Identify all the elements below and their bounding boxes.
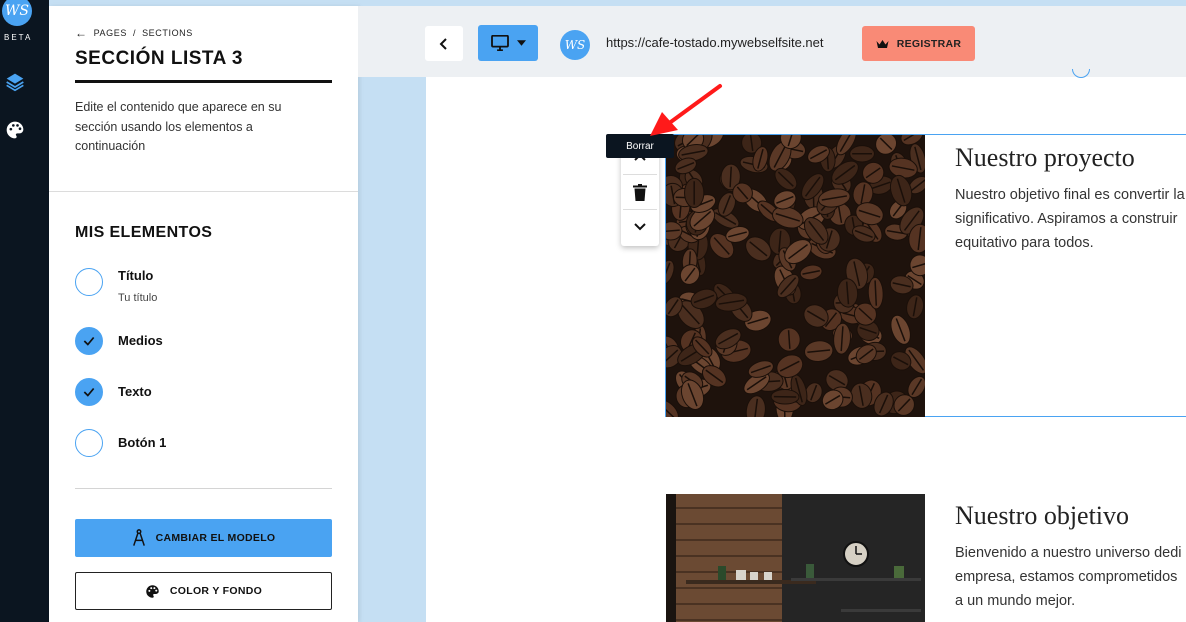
back-button[interactable] (425, 26, 463, 61)
caret-down-icon (516, 40, 526, 46)
chevron-down-icon (634, 223, 646, 231)
element-label: Título (118, 268, 154, 283)
left-rail: WS BETA (0, 0, 49, 622)
section-text-line[interactable]: significativo. Aspiramos a construir (955, 207, 1177, 231)
section-heading[interactable]: Nuestro objetivo (955, 501, 1129, 531)
breadcrumb-pages[interactable]: PAGES (94, 28, 127, 38)
device-selector-button[interactable] (478, 25, 538, 61)
elements-heading: MIS ELEMENTOS (75, 224, 213, 241)
change-model-label: CAMBIAR EL MODELO (155, 532, 276, 544)
editor-topbar: WS https://cafe-tostado.mywebselfsite.ne… (358, 6, 1186, 77)
section-text-line[interactable]: empresa, estamos comprometidos (955, 565, 1177, 589)
element-checkbox[interactable] (75, 378, 103, 406)
crown-icon (876, 39, 889, 48)
site-logo: WS (560, 30, 590, 60)
section-text-line[interactable]: a un mundo mejor. (955, 589, 1075, 613)
desktop-icon (490, 35, 509, 51)
red-arrow-annotation (650, 84, 722, 136)
element-checkbox[interactable] (75, 327, 103, 355)
element-label: Botón 1 (118, 435, 167, 450)
divider (49, 191, 358, 192)
section-settings-panel: ← PAGES / SECTIONS SECCIÓN LISTA 3 Edite… (49, 6, 358, 622)
check-icon (83, 387, 95, 397)
element-titulo[interactable]: Título Tu título (75, 268, 157, 304)
section-indicator (1072, 69, 1090, 78)
back-arrow-icon[interactable]: ← (75, 26, 88, 40)
app-logo[interactable]: WS (2, 0, 32, 26)
element-medios[interactable]: Medios (75, 327, 163, 355)
section-text-line[interactable]: Bienvenido a nuestro universo dedi (955, 541, 1182, 565)
section-text-line[interactable]: Nuestro objetivo final es convertir la (955, 183, 1185, 207)
element-sublabel: Tu título (118, 292, 158, 304)
register-label: REGISTRAR (896, 37, 962, 50)
panel-title: SECCIÓN LISTA 3 (75, 48, 243, 69)
element-checkbox[interactable] (75, 268, 103, 296)
breadcrumb: ← PAGES / SECTIONS (75, 26, 193, 40)
panel-description: Edite el contenido que aparece en su sec… (75, 100, 282, 153)
divider (75, 488, 332, 489)
breadcrumb-sections[interactable]: SECTIONS (142, 28, 193, 38)
element-texto[interactable]: Texto (75, 378, 152, 406)
element-label: Medios (118, 333, 163, 348)
chevron-left-icon (439, 37, 447, 50)
element-boton-1[interactable]: Botón 1 (75, 429, 166, 457)
section-heading[interactable]: Nuestro proyecto (955, 143, 1135, 173)
register-button[interactable]: REGISTRAR (862, 26, 975, 61)
breadcrumb-separator: / (132, 28, 137, 38)
palette-icon[interactable] (5, 120, 25, 140)
element-label: Texto (118, 384, 152, 399)
trash-icon (633, 183, 647, 201)
color-background-label: COLOR Y FONDO (169, 585, 263, 597)
color-background-button[interactable]: COLOR Y FONDO (75, 572, 332, 610)
palette-icon (146, 584, 159, 598)
cafe-interior-image[interactable] (666, 494, 925, 622)
beta-label: BETA (4, 33, 33, 42)
page-canvas: Nuestro proyecto Nuestro objetivo final … (426, 69, 1186, 622)
section-text-line[interactable]: equitativo para todos. (955, 231, 1094, 255)
check-icon (83, 336, 95, 346)
coffee-beans-image[interactable] (666, 135, 925, 417)
compass-icon (132, 529, 145, 546)
element-checkbox[interactable] (75, 429, 103, 457)
site-url[interactable]: https://cafe-tostado.mywebselfsite.net (606, 35, 824, 50)
layers-icon[interactable] (5, 72, 25, 92)
change-model-button[interactable]: CAMBIAR EL MODELO (75, 519, 332, 557)
delete-button[interactable] (621, 175, 659, 209)
move-down-button[interactable] (621, 210, 659, 244)
title-underline (75, 80, 332, 83)
